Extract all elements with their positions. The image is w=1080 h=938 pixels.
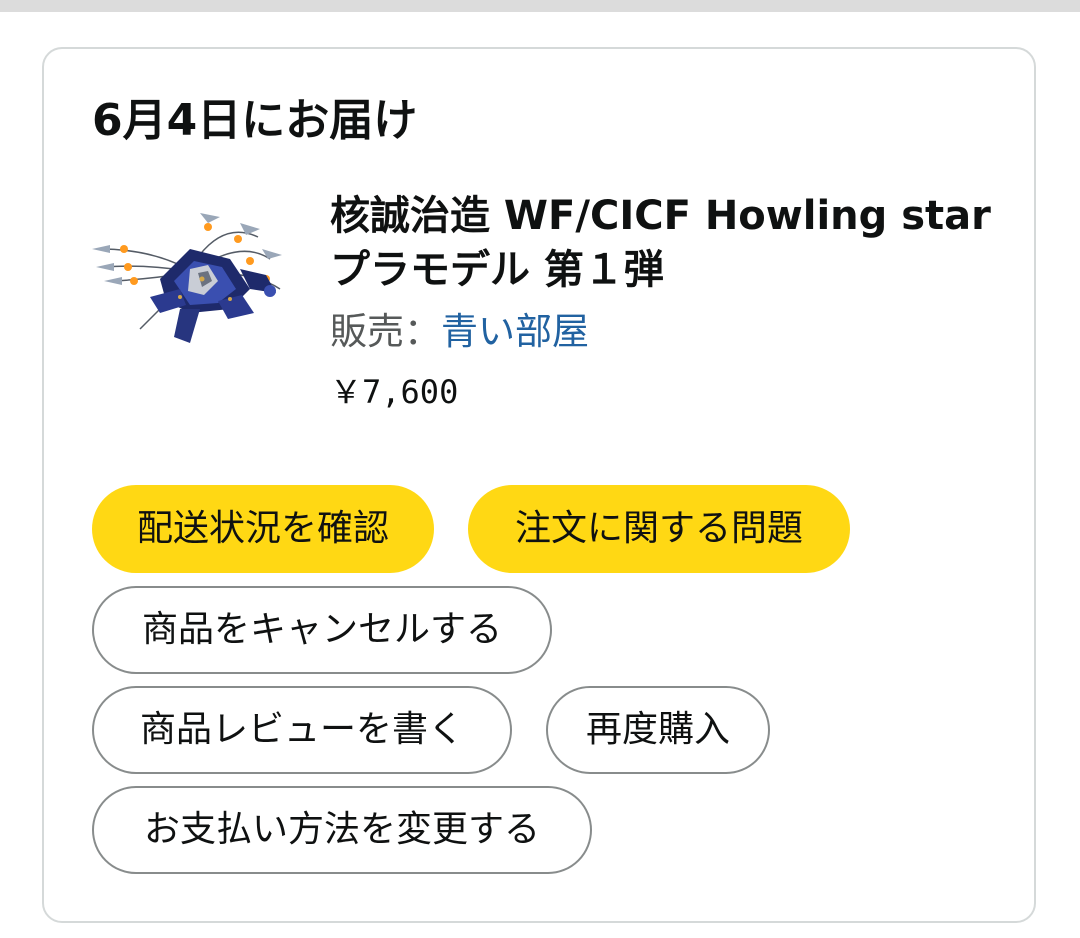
- seller-label: 販売：: [330, 310, 441, 353]
- change-payment-button[interactable]: お支払い方法を変更する: [92, 786, 592, 874]
- product-image[interactable]: [90, 209, 286, 345]
- product-price: ￥7,600: [330, 373, 459, 411]
- delivery-date-heading: 6月4日にお届け: [92, 95, 418, 146]
- robot-figure-icon: [92, 213, 282, 343]
- top-divider: [0, 0, 1080, 12]
- product-title-link[interactable]: 核誠治造 WF/CICF Howling star プラモデル 第１弾: [330, 189, 1010, 297]
- seller-link[interactable]: 青い部屋: [441, 310, 589, 353]
- track-package-button[interactable]: 配送状況を確認: [92, 485, 434, 573]
- order-problem-button[interactable]: 注文に関する問題: [468, 485, 850, 573]
- buy-again-button[interactable]: 再度購入: [546, 686, 770, 774]
- write-review-button[interactable]: 商品レビューを書く: [92, 686, 512, 774]
- order-card: 6月4日にお届け 核誠治造 WF/CICF Howling star プラモデル…: [42, 47, 1036, 923]
- seller-line: 販売：青い部屋: [330, 305, 589, 359]
- cancel-item-button[interactable]: 商品をキャンセルする: [92, 586, 552, 674]
